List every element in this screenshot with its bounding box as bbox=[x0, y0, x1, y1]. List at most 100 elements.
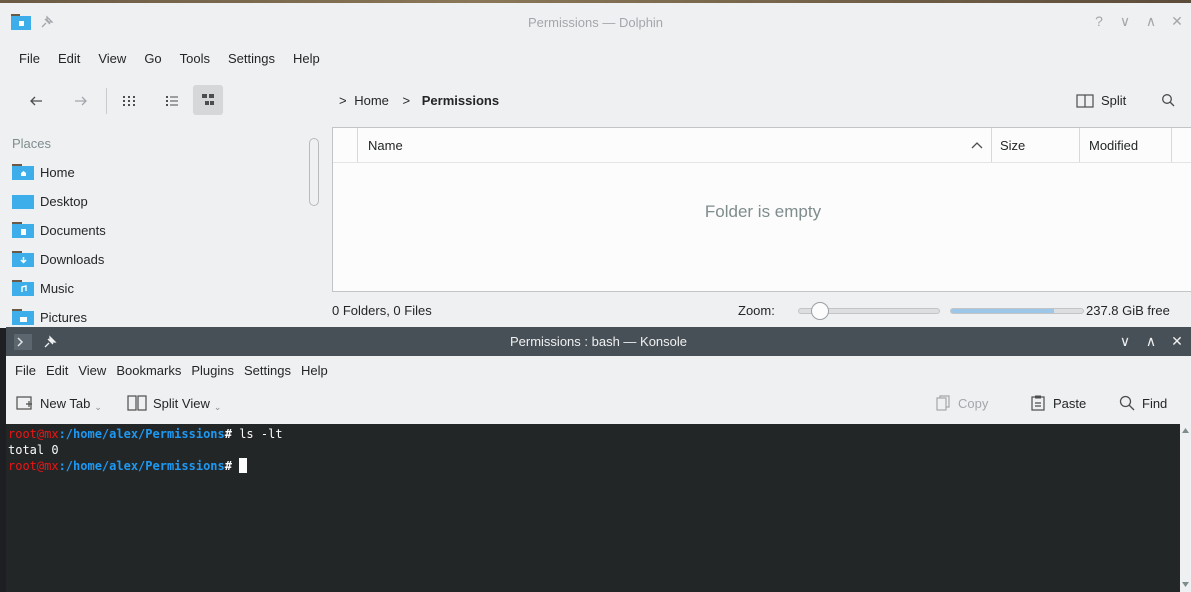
column-divider bbox=[357, 128, 358, 162]
place-documents[interactable]: Documents bbox=[12, 218, 106, 242]
menu-tools[interactable]: Tools bbox=[171, 51, 219, 66]
desktop-folder-icon bbox=[12, 195, 34, 209]
free-space-fill bbox=[951, 309, 1054, 313]
scroll-down-icon[interactable] bbox=[1182, 582, 1189, 587]
places-title: Places bbox=[12, 136, 52, 151]
prompt-user: root@mx bbox=[8, 427, 59, 441]
split-button[interactable]: Split bbox=[1076, 93, 1126, 108]
terminal-cursor bbox=[239, 458, 248, 473]
maximize-icon[interactable]: ∧ bbox=[1145, 13, 1157, 30]
new-tab-button[interactable]: New Tab ⌄ bbox=[16, 395, 102, 413]
minimize-icon[interactable]: ∨ bbox=[1119, 333, 1131, 350]
konsole-titlebar[interactable]: Permissions : bash — Konsole ∨ ∧ ✕ bbox=[6, 327, 1191, 356]
forward-button[interactable] bbox=[69, 89, 93, 113]
copy-label: Copy bbox=[958, 395, 989, 411]
prompt-user: root@mx bbox=[8, 459, 59, 473]
place-label: Home bbox=[40, 164, 75, 180]
breadcrumb-home[interactable]: Home bbox=[354, 93, 389, 108]
empty-folder-message: Folder is empty bbox=[704, 202, 822, 221]
column-modified-label: Modified bbox=[1089, 137, 1139, 153]
file-view[interactable]: Name Size Modified Folder is empty bbox=[332, 127, 1191, 292]
terminal-command: ls -lt bbox=[231, 427, 283, 441]
back-button[interactable] bbox=[24, 89, 48, 113]
prompt-path: :/home/alex/Permissions bbox=[58, 459, 225, 473]
window-controls: ? ∨ ∧ ✕ bbox=[1093, 13, 1183, 30]
details-view-button[interactable] bbox=[193, 85, 223, 115]
search-icon bbox=[1119, 395, 1135, 411]
dropdown-arrow-icon[interactable]: ⌄ bbox=[214, 402, 222, 413]
window-title: Permissions : bash — Konsole bbox=[509, 334, 688, 349]
free-space-label: 237.8 GiB free bbox=[1086, 303, 1170, 318]
menu-go[interactable]: Go bbox=[135, 51, 170, 66]
zoom-label: Zoom: bbox=[738, 303, 775, 318]
copy-button[interactable]: Copy bbox=[936, 395, 988, 411]
breadcrumb-current[interactable]: Permissions bbox=[422, 93, 499, 108]
find-button[interactable]: Find bbox=[1119, 395, 1167, 411]
terminal-line: root@mx:/home/alex/Permissions# ls -lt bbox=[8, 426, 1180, 442]
place-label: Downloads bbox=[40, 251, 105, 267]
close-icon[interactable]: ✕ bbox=[1171, 333, 1183, 350]
place-pictures[interactable]: Pictures bbox=[12, 305, 87, 328]
places-scrollbar[interactable] bbox=[309, 138, 319, 206]
menu-edit[interactable]: Edit bbox=[41, 363, 73, 378]
split-view-button[interactable]: Split View ⌄ bbox=[127, 395, 222, 413]
zoom-slider-handle[interactable] bbox=[811, 302, 830, 320]
places-panel: Places Home Desktop Documents Downloads … bbox=[0, 128, 320, 328]
menu-edit[interactable]: Edit bbox=[49, 51, 89, 66]
help-icon[interactable]: ? bbox=[1093, 13, 1105, 30]
new-tab-icon bbox=[16, 396, 32, 410]
search-button[interactable] bbox=[1156, 88, 1180, 112]
scroll-up-icon[interactable] bbox=[1182, 428, 1189, 433]
menu-view[interactable]: View bbox=[73, 363, 111, 378]
dropdown-arrow-icon[interactable]: ⌄ bbox=[94, 402, 102, 413]
place-music[interactable]: Music bbox=[12, 276, 74, 300]
free-space-bar bbox=[950, 308, 1084, 314]
list-icon bbox=[166, 96, 178, 106]
close-icon[interactable]: ✕ bbox=[1171, 13, 1183, 30]
konsole-window: Permissions : bash — Konsole ∨ ∧ ✕ File … bbox=[6, 327, 1191, 592]
menu-view[interactable]: View bbox=[89, 51, 135, 66]
documents-folder-icon bbox=[12, 222, 34, 238]
breadcrumb-separator: > bbox=[402, 93, 411, 108]
terminal-view[interactable]: root@mx:/home/alex/Permissions# ls -lt t… bbox=[6, 424, 1180, 592]
menu-help[interactable]: Help bbox=[296, 363, 333, 378]
header-separator bbox=[333, 162, 1191, 163]
compact-view-button[interactable] bbox=[160, 89, 184, 113]
konsole-menubar: File Edit View Bookmarks Plugins Setting… bbox=[10, 363, 1191, 378]
terminal-output: total 0 bbox=[8, 443, 59, 457]
menu-help[interactable]: Help bbox=[284, 51, 329, 66]
menu-bookmarks[interactable]: Bookmarks bbox=[111, 363, 186, 378]
paste-label: Paste bbox=[1053, 395, 1087, 411]
tree-view-icon bbox=[202, 94, 214, 105]
menu-settings[interactable]: Settings bbox=[239, 363, 296, 378]
pictures-folder-icon bbox=[12, 309, 34, 325]
column-header-modified[interactable]: Modified bbox=[1089, 128, 1138, 162]
icons-view-button[interactable] bbox=[117, 89, 141, 113]
prompt-symbol: # bbox=[224, 427, 232, 441]
terminal-scrollbar[interactable] bbox=[1180, 424, 1191, 592]
menu-plugins[interactable]: Plugins bbox=[186, 363, 239, 378]
column-header-name[interactable]: Name bbox=[368, 128, 403, 162]
menu-settings[interactable]: Settings bbox=[219, 51, 284, 66]
place-desktop[interactable]: Desktop bbox=[12, 189, 88, 213]
place-label: Music bbox=[40, 280, 74, 296]
maximize-icon[interactable]: ∧ bbox=[1145, 333, 1157, 350]
dolphin-toolbar: > Home > Permissions Split bbox=[0, 80, 1191, 120]
minimize-icon[interactable]: ∨ bbox=[1119, 13, 1131, 30]
menu-file[interactable]: File bbox=[10, 363, 41, 378]
breadcrumb: > Home > Permissions bbox=[339, 93, 499, 108]
zoom-slider[interactable] bbox=[798, 302, 940, 320]
copy-icon bbox=[936, 395, 950, 411]
place-home[interactable]: Home bbox=[12, 160, 75, 184]
sort-ascending-icon[interactable] bbox=[971, 141, 983, 149]
music-folder-icon bbox=[12, 280, 34, 296]
prompt-symbol: # bbox=[224, 459, 232, 473]
paste-button[interactable]: Paste bbox=[1031, 395, 1086, 411]
new-tab-label: New Tab bbox=[40, 395, 91, 411]
dolphin-titlebar[interactable]: Permissions — Dolphin ? ∨ ∧ ✕ bbox=[0, 3, 1191, 40]
menu-file[interactable]: File bbox=[10, 51, 49, 66]
place-label: Pictures bbox=[40, 309, 87, 325]
window-controls: ∨ ∧ ✕ bbox=[1119, 333, 1183, 350]
place-downloads[interactable]: Downloads bbox=[12, 247, 104, 271]
column-header-size[interactable]: Size bbox=[1000, 128, 1025, 162]
